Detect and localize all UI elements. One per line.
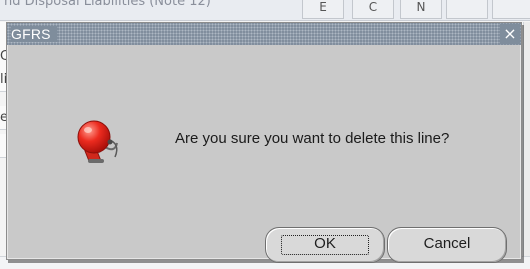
cancel-button-label: Cancel (423, 235, 471, 252)
close-icon: × (503, 24, 517, 43)
dialog-title: GFRS (11, 26, 57, 42)
background-column-button-e[interactable]: E (302, 0, 344, 19)
background-column-button-4[interactable] (446, 0, 488, 19)
background-column-button-n[interactable]: N (400, 0, 442, 19)
close-button[interactable]: × (500, 24, 520, 44)
alarm-bell-icon (67, 109, 129, 171)
ok-button-label: OK (314, 235, 336, 252)
background-column-button-c[interactable]: C (352, 0, 394, 19)
cancel-button[interactable]: Cancel (387, 227, 507, 263)
background-right-column (523, 22, 530, 256)
confirm-delete-dialog: GFRS × Are you sure you want to delete t… (6, 22, 522, 263)
confirmation-message: Are you sure you want to delete this lin… (175, 130, 450, 147)
dialog-titlebar[interactable]: GFRS × (7, 23, 521, 45)
background-column-button-5[interactable] (492, 0, 530, 19)
background-header-text: nd Disposal Liabilities (Note 12) (4, 0, 211, 9)
ok-button[interactable]: OK (265, 227, 385, 263)
dialog-body: Are you sure you want to delete this lin… (7, 45, 521, 263)
